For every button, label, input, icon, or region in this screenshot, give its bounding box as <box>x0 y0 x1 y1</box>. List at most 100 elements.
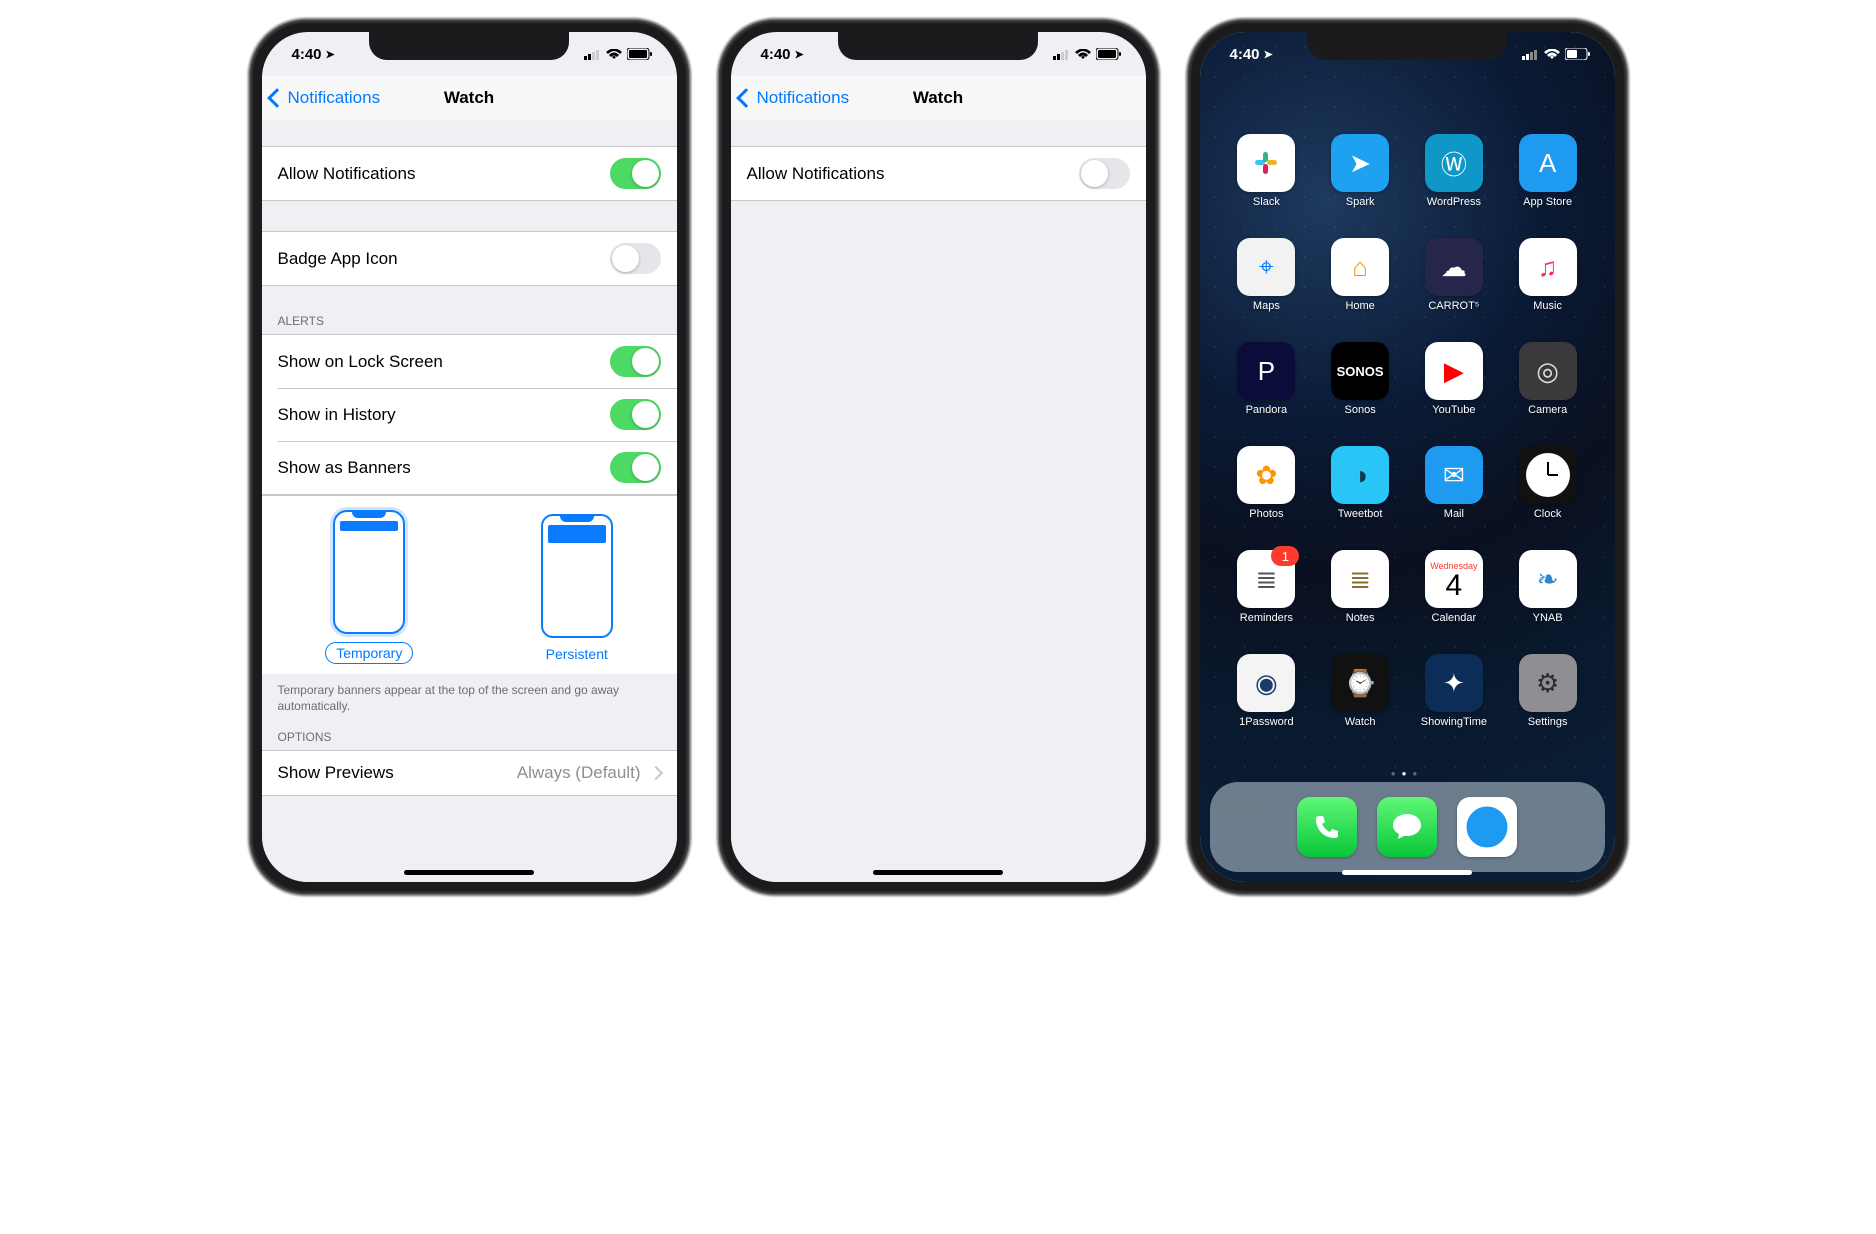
banner-style-persistent[interactable]: Persistent <box>541 514 613 664</box>
switch-show-lock-screen[interactable] <box>610 346 661 377</box>
app-youtube[interactable]: ▶YouTube <box>1407 342 1501 438</box>
switch-allow-notifications[interactable] <box>1079 158 1130 189</box>
cellular-icon <box>1053 49 1070 60</box>
app-calendar[interactable]: Wednesday4Calendar <box>1407 550 1501 646</box>
status-time: 4:40 <box>1230 46 1260 63</box>
notch <box>369 32 569 60</box>
cell-show-history[interactable]: Show in History <box>262 388 677 441</box>
app-icon: ✦ <box>1425 654 1483 712</box>
app-grid[interactable]: Slack ➤ Spark Ⓦ WordPress AApp Store ⌖Maps⌂Hom… <box>1200 76 1615 775</box>
page-indicator[interactable]: ●●● <box>1200 769 1615 778</box>
app-label: Reminders <box>1240 612 1293 624</box>
app-label: Photos <box>1249 508 1283 520</box>
app-label: App Store <box>1523 196 1572 208</box>
app-maps[interactable]: ⌖Maps <box>1220 238 1314 334</box>
app-label: Settings <box>1528 716 1568 728</box>
app-icon: ◉ <box>1237 654 1295 712</box>
style-label: Temporary <box>325 642 413 664</box>
app-pandora[interactable]: PPandora <box>1220 342 1314 438</box>
cellular-icon <box>584 49 601 60</box>
app-clock[interactable]: Clock <box>1501 446 1595 542</box>
app-icon: ≣1 <box>1237 550 1295 608</box>
cell-show-previews[interactable]: Show Previews Always (Default) <box>262 750 677 796</box>
cell-label: Show as Banners <box>278 458 411 478</box>
app-notes[interactable]: ≣Notes <box>1313 550 1407 646</box>
cell-badge-app-icon[interactable]: Badge App Icon <box>262 231 677 286</box>
app-label: WordPress <box>1427 196 1481 208</box>
app-label: YouTube <box>1432 404 1475 416</box>
app-label: Tweetbot <box>1338 508 1383 520</box>
app-1password[interactable]: ◉1Password <box>1220 654 1314 750</box>
banner-style-temporary[interactable]: Temporary <box>325 510 413 664</box>
app-settings[interactable]: ⚙Settings <box>1501 654 1595 750</box>
switch-show-banners[interactable] <box>610 452 661 483</box>
app-ynab[interactable]: ❧YNAB <box>1501 550 1595 646</box>
app-watch[interactable]: ⌚Watch <box>1313 654 1407 750</box>
phone-frame-1: 4:40 ➤ Notifications Watch Allow Notific… <box>250 20 689 894</box>
app-label: Spark <box>1346 196 1375 208</box>
app-spark[interactable]: ➤ Spark <box>1313 134 1407 230</box>
wifi-icon <box>1544 49 1560 60</box>
cell-allow-notifications[interactable]: Allow Notifications <box>262 146 677 201</box>
back-button[interactable]: Notifications <box>731 88 850 108</box>
temporary-preview-icon <box>333 510 405 634</box>
switch-show-history[interactable] <box>610 399 661 430</box>
app-slack[interactable]: Slack <box>1220 134 1314 230</box>
app-icon: ➤ <box>1331 134 1389 192</box>
app-icon: Ⓦ <box>1425 134 1483 192</box>
cell-label: Badge App Icon <box>278 249 398 269</box>
app-icon: ≣ <box>1331 550 1389 608</box>
banner-style-footer: Temporary banners appear at the top of t… <box>262 674 677 718</box>
cellular-icon <box>1522 49 1539 60</box>
back-button[interactable]: Notifications <box>262 88 381 108</box>
app-icon: ✿ <box>1237 446 1295 504</box>
app-icon: SONOS <box>1331 342 1389 400</box>
page-dot: ● <box>1391 769 1402 778</box>
app-reminders[interactable]: ≣1 Reminders <box>1220 550 1314 646</box>
app-music[interactable]: ♫ Music <box>1501 238 1595 334</box>
dock[interactable] <box>1210 782 1605 872</box>
switch-badge-app-icon[interactable] <box>610 243 661 274</box>
cell-label: Show Previews <box>278 763 394 783</box>
dock-app-phone[interactable] <box>1297 797 1357 857</box>
app-app-store[interactable]: AApp Store <box>1501 134 1595 230</box>
app-camera[interactable]: ◎Camera <box>1501 342 1595 438</box>
battery-icon <box>627 48 653 60</box>
settings-scroll[interactable]: Allow Notifications Badge App Icon ALERT… <box>262 120 677 882</box>
app-mail[interactable]: ✉Mail <box>1407 446 1501 542</box>
app-icon <box>1519 446 1577 504</box>
app-label: Slack <box>1253 196 1280 208</box>
status-time: 4:40 <box>292 46 322 63</box>
dock-app-messages[interactable] <box>1377 797 1437 857</box>
cell-label: Show in History <box>278 405 396 425</box>
cell-show-banners[interactable]: Show as Banners <box>262 441 677 494</box>
cell-allow-notifications[interactable]: Allow Notifications <box>731 146 1146 201</box>
app-icon <box>1237 134 1295 192</box>
nav-bar: Notifications Watch <box>262 76 677 121</box>
home-indicator[interactable] <box>1342 870 1472 875</box>
app-wordpress[interactable]: Ⓦ WordPress <box>1407 134 1501 230</box>
switch-allow-notifications[interactable] <box>610 158 661 189</box>
page-dot: ● <box>1412 769 1423 778</box>
app-showingtime[interactable]: ✦ShowingTime <box>1407 654 1501 750</box>
chevron-right-icon <box>648 766 662 780</box>
app-photos[interactable]: ✿ Photos <box>1220 446 1314 542</box>
cell-show-lock-screen[interactable]: Show on Lock Screen <box>262 335 677 388</box>
app-label: CARROT⁵ <box>1428 300 1479 312</box>
app-icon: ♫ <box>1519 238 1577 296</box>
home-indicator[interactable] <box>873 870 1003 875</box>
app-icon: ❧ <box>1519 550 1577 608</box>
app-sonos[interactable]: SONOSSonos <box>1313 342 1407 438</box>
app-tweetbot[interactable]: ◑Tweetbot <box>1313 446 1407 542</box>
settings-scroll[interactable]: Allow Notifications <box>731 120 1146 882</box>
back-label: Notifications <box>288 88 381 108</box>
app-label: Music <box>1533 300 1562 312</box>
app-icon: ☁ <box>1425 238 1483 296</box>
app-carrot-[interactable]: ☁ CARROT⁵ <box>1407 238 1501 334</box>
app-label: Maps <box>1253 300 1280 312</box>
persistent-preview-icon <box>541 514 613 638</box>
dock-app-safari[interactable] <box>1457 797 1517 857</box>
back-label: Notifications <box>757 88 850 108</box>
home-indicator[interactable] <box>404 870 534 875</box>
app-home[interactable]: ⌂Home <box>1313 238 1407 334</box>
